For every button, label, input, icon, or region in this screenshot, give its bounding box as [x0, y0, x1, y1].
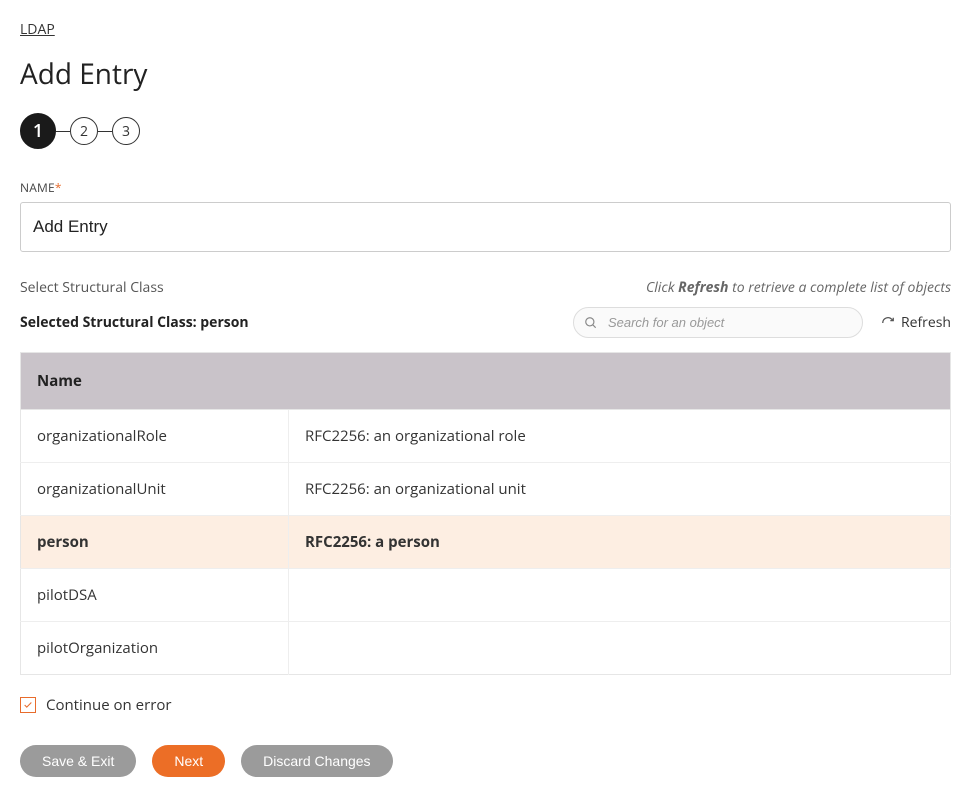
selected-structural-class: Selected Structural Class: person [20, 313, 249, 332]
class-desc-cell: RFC2256: an organizational role [289, 410, 951, 463]
table-row[interactable]: pilotOrganization [21, 622, 951, 675]
class-name-cell: organizationalUnit [21, 463, 289, 516]
table-header-desc [289, 353, 951, 410]
table-row[interactable]: organizationalRoleRFC2256: an organizati… [21, 410, 951, 463]
class-desc-cell [289, 622, 951, 675]
table-row[interactable]: pilotDSA [21, 569, 951, 622]
class-desc-cell: RFC2256: an organizational unit [289, 463, 951, 516]
required-star-icon: * [55, 179, 62, 196]
step-3[interactable]: 3 [112, 117, 140, 145]
continue-on-error-label: Continue on error [46, 695, 171, 715]
class-desc-cell [289, 569, 951, 622]
check-icon [22, 700, 34, 710]
class-desc-cell: RFC2256: a person [289, 516, 951, 569]
structural-class-table: Name organizationalRoleRFC2256: an organ… [20, 352, 951, 675]
class-name-cell: person [21, 516, 289, 569]
search-wrap [573, 307, 863, 338]
step-2[interactable]: 2 [70, 117, 98, 145]
select-class-label: Select Structural Class [20, 278, 164, 297]
name-field-label: NAME* [20, 179, 951, 196]
save-exit-button[interactable]: Save & Exit [20, 745, 136, 777]
step-connector [98, 131, 112, 132]
button-row: Save & Exit Next Discard Changes [20, 745, 951, 777]
next-button[interactable]: Next [152, 745, 225, 777]
refresh-hint: Click Refresh to retrieve a complete lis… [646, 278, 951, 297]
search-icon [584, 316, 598, 330]
search-input[interactable] [573, 307, 863, 338]
step-1[interactable]: 1 [20, 113, 56, 149]
class-name-cell: pilotDSA [21, 569, 289, 622]
table-row[interactable]: personRFC2256: a person [21, 516, 951, 569]
step-connector [56, 131, 70, 132]
class-name-cell: organizationalRole [21, 410, 289, 463]
name-input[interactable] [20, 202, 951, 252]
refresh-label: Refresh [901, 313, 951, 332]
refresh-button[interactable]: Refresh [881, 313, 951, 332]
breadcrumb-link-ldap[interactable]: LDAP [20, 20, 55, 39]
table-header-name: Name [21, 353, 289, 410]
refresh-icon [881, 316, 895, 330]
breadcrumb: LDAP [20, 20, 951, 39]
wizard-stepper: 1 2 3 [20, 113, 951, 149]
page-title: Add Entry [20, 55, 951, 93]
continue-on-error-checkbox[interactable] [20, 697, 36, 713]
table-row[interactable]: organizationalUnitRFC2256: an organizati… [21, 463, 951, 516]
class-name-cell: pilotOrganization [21, 622, 289, 675]
discard-changes-button[interactable]: Discard Changes [241, 745, 392, 777]
